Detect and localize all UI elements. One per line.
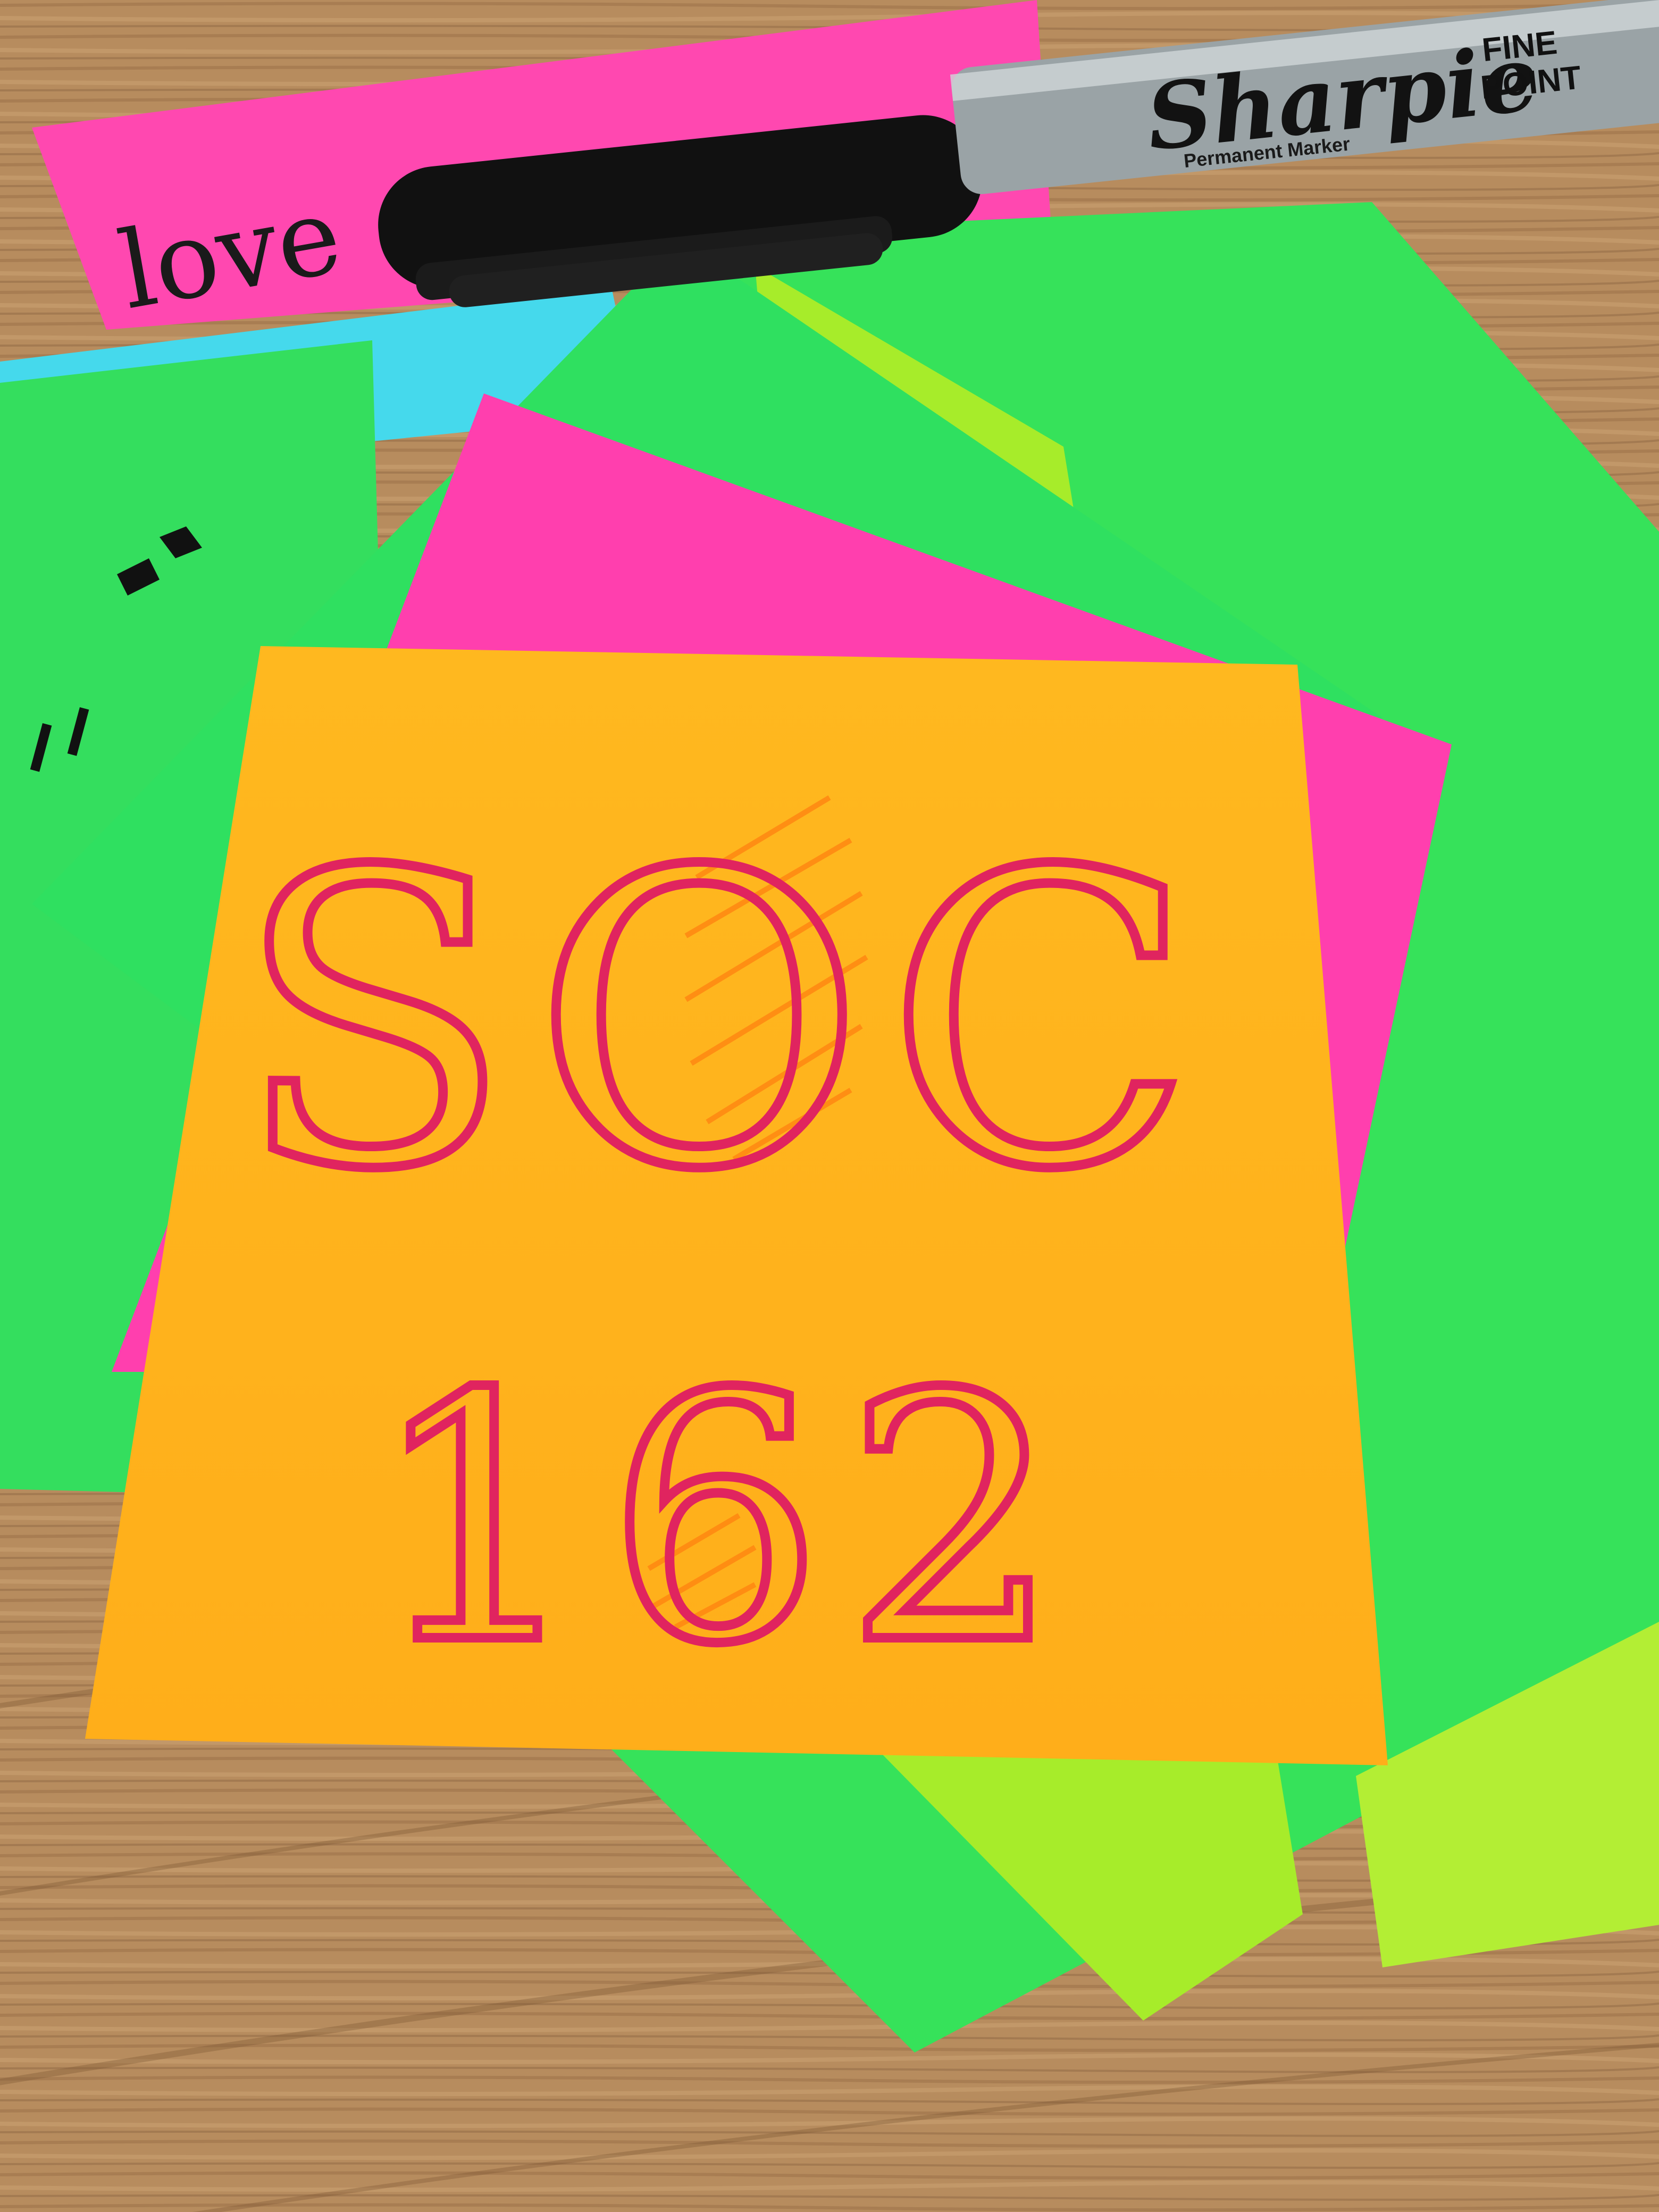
note-text-line-2: 162 bbox=[369, 1322, 1083, 1718]
marker-fine-text: FINE bbox=[1480, 24, 1559, 69]
note-text-line-1: SOC bbox=[235, 787, 1216, 1258]
photo-scene: love SOC 162 Sharpie Permanent Marker FI… bbox=[0, 0, 1659, 2212]
